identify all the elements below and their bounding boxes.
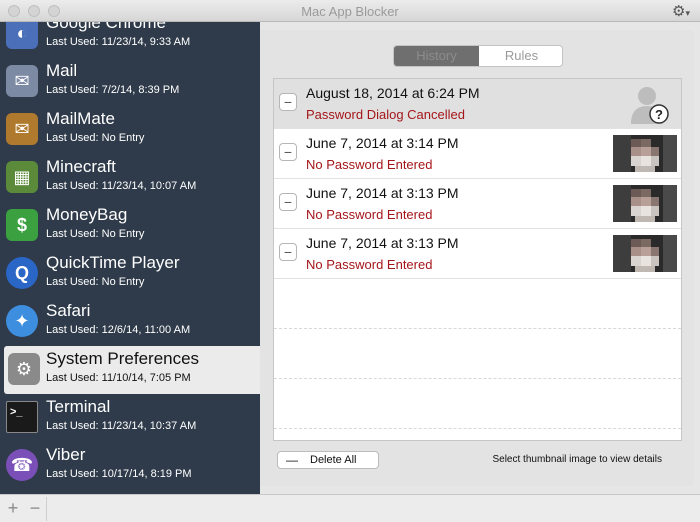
history-row[interactable]: − August 18, 2014 at 6:24 PM Password Dial… [274,79,681,129]
sidebar-item-viber[interactable]: ☎ Viber Last Used: 10/17/14, 8:19 PM [0,442,260,490]
history-status: No Password Entered [306,257,433,272]
main-panel: History Rules − August 18, 2014 at 6:24 P… [260,30,694,486]
sidebar-item-moneybag[interactable]: $ MoneyBag Last Used: No Entry [0,202,260,250]
history-status: Password Dialog Cancelled [306,107,465,122]
chevron-down-icon: ▾ [685,8,690,18]
app-last-used: Last Used: No Entry [46,276,145,288]
empty-row [274,379,681,429]
delete-entry-button[interactable]: − [279,243,297,261]
tab-history[interactable]: History [394,46,479,66]
thumbnail-hint: Select thumbnail image to view details [492,454,662,465]
sidebar-item-terminal[interactable]: >_ Terminal Last Used: 11/23/14, 10:37 AM [0,394,260,442]
app-name: QuickTime Player [46,253,180,272]
empty-row [274,279,681,329]
delete-entry-button[interactable]: − [279,143,297,161]
gear-icon[interactable]: ⚙▾ [672,2,690,20]
sidebar-item-chrome[interactable]: ◐ Google Chrome Last Used: 11/23/14, 9:33 … [0,22,260,58]
app-last-used: Last Used: No Entry [46,228,145,240]
history-date: June 7, 2014 at 3:13 PM [306,235,459,251]
minus-icon: — [286,453,298,467]
app-name: Viber [46,445,86,464]
mailmate-icon: ✉ [6,113,38,145]
delete-entry-button[interactable]: − [279,93,297,111]
app-last-used: Last Used: 11/10/14, 7:05 PM [46,372,191,384]
app-name: Terminal [46,397,111,416]
app-last-used: Last Used: 11/23/14, 10:37 AM [46,420,197,432]
sidebar-item-mailmate[interactable]: ✉ MailMate Last Used: No Entry [0,106,260,154]
sidebar-item-safari[interactable]: ✦ Safari Last Used: 12/6/14, 11:00 AM [0,298,260,346]
history-row[interactable]: − June 7, 2014 at 3:13 PM No Password Ente… [274,179,681,229]
app-last-used: Last Used: 10/17/14, 8:19 PM [46,468,192,480]
sidebar-item-system-preferences[interactable]: ⚙ System Preferences Last Used: 11/10/14, … [4,346,260,394]
history-date: August 18, 2014 at 6:24 PM [306,85,480,101]
history-row[interactable]: − June 7, 2014 at 3:14 PM No Password Ente… [274,129,681,179]
history-status: No Password Entered [306,207,433,222]
tab-rules[interactable]: Rules [479,46,562,66]
sidebar-item-quicktime[interactable]: Q QuickTime Player Last Used: No Entry [0,250,260,298]
app-name: System Preferences [46,349,200,368]
photo-thumbnail[interactable] [613,235,677,272]
sidebar-item-mail[interactable]: ✉ Mail Last Used: 7/2/14, 8:39 PM [0,58,260,106]
sidebar-item-minecraft[interactable]: ▦ Minecraft Last Used: 11/23/14, 10:07 AM [0,154,260,202]
tab-bar: History Rules [393,45,563,67]
safari-icon: ✦ [6,305,38,337]
photo-thumbnail[interactable] [613,185,677,222]
history-status: No Password Entered [306,157,433,172]
quicktime-icon: Q [6,257,38,289]
system-preferences-icon: ⚙ [8,353,40,385]
app-sidebar: ◐ Google Chrome Last Used: 11/23/14, 9:33 … [0,22,260,494]
chrome-icon: ◐ [6,22,38,49]
terminal-icon: >_ [6,401,38,433]
app-name: MailMate [46,109,115,128]
divider [46,497,47,521]
moneybag-icon: $ [6,209,38,241]
empty-row [274,329,681,379]
app-name: Mail [46,61,78,80]
history-date: June 7, 2014 at 3:14 PM [306,135,459,151]
title-bar: Mac App Blocker ⚙▾ [0,0,700,22]
history-row[interactable]: − June 7, 2014 at 3:13 PM No Password Ente… [274,229,681,279]
app-last-used: Last Used: No Entry [46,132,145,144]
app-name: Minecraft [46,157,116,176]
bottom-bar: + − [0,494,700,522]
history-list: − August 18, 2014 at 6:24 PM Password Dial… [273,78,682,441]
app-last-used: Last Used: 7/2/14, 8:39 PM [46,84,180,96]
app-name: MoneyBag [46,205,128,224]
delete-entry-button[interactable]: − [279,193,297,211]
unknown-user-icon[interactable]: ? [625,84,671,124]
remove-app-button[interactable]: − [25,498,45,518]
minecraft-icon: ▦ [6,161,38,193]
mail-icon: ✉ [6,65,38,97]
app-name: Safari [46,301,91,320]
photo-thumbnail[interactable] [613,135,677,172]
app-name: Google Chrome [46,22,167,32]
viber-icon: ☎ [6,449,38,481]
app-last-used: Last Used: 11/23/14, 10:07 AM [46,180,197,192]
history-date: June 7, 2014 at 3:13 PM [306,185,459,201]
add-app-button[interactable]: + [3,498,23,518]
svg-text:?: ? [655,107,663,122]
app-last-used: Last Used: 11/23/14, 9:33 AM [46,36,191,48]
app-last-used: Last Used: 12/6/14, 11:00 AM [46,324,191,336]
window-title: Mac App Blocker [301,4,399,19]
delete-all-button[interactable]: — Delete All [277,451,379,469]
